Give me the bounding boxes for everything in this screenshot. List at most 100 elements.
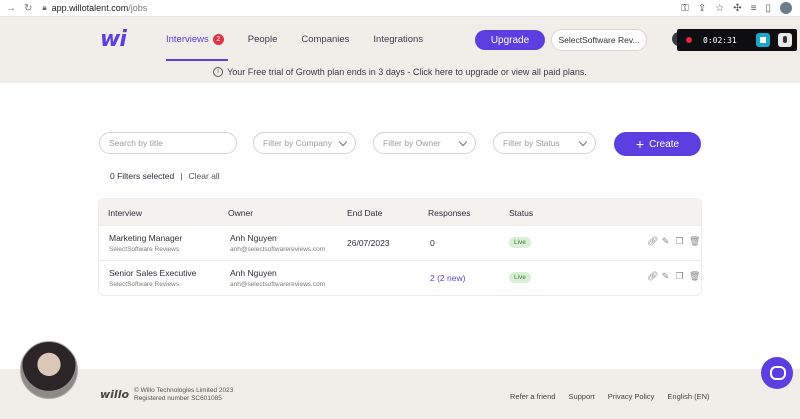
info-icon: i — [213, 67, 224, 77]
star-icon[interactable]: ☆ — [715, 3, 724, 14]
url-path: /jobs — [128, 3, 148, 13]
profile-avatar[interactable] — [780, 2, 792, 14]
table-header: Interview Owner End Date Responses Statu… — [99, 199, 701, 225]
filter-company-placeholder: Filter by Company — [263, 138, 332, 148]
url-host: app.willotalent.com — [51, 3, 129, 13]
trash-icon[interactable]: 🗑︎ — [689, 237, 700, 246]
footer-links: Refer a friend Support Privacy Policy En… — [510, 392, 710, 401]
owner-name: Anh Nguyen — [230, 233, 277, 243]
extensions-icon[interactable]: ✣ — [733, 3, 741, 14]
filter-status-select[interactable]: Filter by Status — [493, 132, 596, 154]
link-icon[interactable]: 🔗︎ — [647, 272, 658, 281]
create-button-label: Create — [649, 138, 680, 150]
owner-email: anh@selectsoftwarereviews.com — [230, 246, 326, 253]
playlist-icon[interactable]: ≡ — [751, 3, 757, 14]
webcam-overlay — [20, 341, 78, 399]
edit-icon[interactable]: ✎ — [661, 237, 670, 246]
duplicate-icon[interactable]: ❐ — [675, 237, 684, 246]
screen-recorder-widget: 0:02:31 — [677, 29, 797, 51]
filter-company-select[interactable]: Filter by Company — [253, 132, 356, 154]
chevron-down-icon — [338, 137, 348, 147]
interview-company: SelectSoftware Reviews — [109, 246, 180, 253]
trash-icon[interactable]: 🗑︎ — [689, 272, 700, 281]
footer: willo © Willo Technologies Limited 2023 … — [0, 369, 800, 419]
status-badge: Live — [509, 237, 531, 248]
footer-copyright: © Willo Technologies Limited 2023 Regist… — [134, 387, 233, 403]
col-responses: Responses — [428, 208, 471, 218]
table-row[interactable]: Senior Sales Executive SelectSoftware Re… — [99, 260, 701, 295]
copyright-text: © Willo Technologies Limited 2023 — [134, 387, 234, 394]
trial-banner-text: Your Free trial of Growth plan ends in 3… — [227, 67, 587, 77]
browser-actions: ⚿ ⇪ ☆ ✣ ≡ ▯ — [681, 2, 792, 14]
duplicate-icon[interactable]: ❐ — [675, 272, 684, 281]
edit-icon[interactable]: ✎ — [661, 272, 670, 281]
language-select[interactable]: English (EN) — [667, 392, 709, 401]
link-icon[interactable]: 🔗︎ — [647, 237, 658, 246]
main-content: Search by title Filter by Company Filter… — [0, 83, 800, 369]
filters-selected-text: 0 Filters selected — [110, 171, 175, 181]
trial-banner[interactable]: i Your Free trial of Growth plan ends in… — [0, 61, 800, 83]
row-actions: 🔗︎ ✎ ❐ 🗑︎ — [647, 237, 700, 246]
owner-cell: Anh Nguyen anh@selectsoftwarereviews.com — [230, 268, 325, 288]
recording-timer: 0:02:31 — [703, 35, 737, 45]
sidebar-icon[interactable]: ▯ — [765, 3, 771, 14]
end-date: 26/07/2023 — [347, 238, 390, 248]
filter-status-placeholder: Filter by Status — [503, 138, 560, 148]
col-owner: Owner — [228, 208, 254, 218]
footer-logo: willo — [100, 388, 130, 401]
create-button[interactable]: + Create — [614, 132, 701, 156]
plus-icon: + — [635, 136, 645, 152]
reload-icon[interactable]: ↻ — [24, 3, 32, 14]
divider: | — [180, 171, 183, 181]
filter-owner-placeholder: Filter by Owner — [383, 138, 441, 148]
col-end-date: End Date — [347, 208, 383, 218]
owner-name: Anh Nguyen — [230, 268, 277, 278]
clear-all-link[interactable]: Clear all — [188, 171, 219, 181]
nav-companies[interactable]: Companies — [301, 17, 349, 61]
main-nav: Interviews 2 People Companies Integratio… — [166, 17, 447, 61]
interview-cell: Marketing Manager SelectSoftware Reviews — [109, 233, 182, 253]
mic-button[interactable] — [778, 33, 792, 47]
interviews-count-badge: 2 — [212, 33, 224, 45]
browser-toolbar: → ↻ 🔒︎ app.willotalent.com/jobs ⚿ ⇪ ☆ ✣ … — [0, 0, 800, 17]
owner-cell: Anh Nguyen anh@selectsoftwarereviews.com — [230, 233, 325, 253]
table-row[interactable]: Marketing Manager SelectSoftware Reviews… — [99, 225, 701, 260]
share-icon[interactable]: ⇪ — [698, 3, 706, 14]
chevron-down-icon — [458, 137, 468, 147]
back-icon[interactable]: → — [6, 3, 16, 14]
chevron-down-icon — [578, 137, 588, 147]
refer-friend-link[interactable]: Refer a friend — [510, 392, 555, 401]
col-interview: Interview — [108, 208, 143, 218]
status-badge: Live — [509, 272, 531, 283]
chat-support-button[interactable] — [761, 357, 793, 389]
interview-title[interactable]: Marketing Manager — [109, 233, 182, 243]
filter-summary: 0 Filters selected | Clear all — [110, 171, 220, 181]
browser-nav: → ↻ — [0, 3, 32, 14]
nav-interviews[interactable]: Interviews 2 — [166, 17, 228, 61]
key-icon[interactable]: ⚿ — [681, 3, 689, 14]
privacy-policy-link[interactable]: Privacy Policy — [608, 392, 655, 401]
interviews-table: Interview Owner End Date Responses Statu… — [98, 198, 702, 296]
interview-cell: Senior Sales Executive SelectSoftware Re… — [109, 268, 196, 288]
interview-company: SelectSoftware Reviews — [109, 281, 180, 288]
company-select[interactable]: SelectSoftware Rev... — [551, 29, 647, 51]
registration-text: Registered number SC601085 — [134, 395, 222, 402]
row-actions: 🔗︎ ✎ ❐ 🗑︎ — [647, 272, 700, 281]
interview-title[interactable]: Senior Sales Executive — [109, 268, 196, 278]
responses-link[interactable]: 2 (2 new) — [430, 273, 465, 283]
nav-interviews-label: Interviews — [166, 33, 209, 45]
nav-people[interactable]: People — [248, 17, 278, 61]
search-input[interactable]: Search by title — [99, 132, 237, 154]
address-bar[interactable]: 🔒︎ app.willotalent.com/jobs — [42, 3, 147, 13]
col-status: Status — [509, 208, 534, 218]
lock-icon: 🔒︎ — [42, 3, 47, 12]
stop-recording-button[interactable] — [756, 33, 770, 47]
upgrade-button[interactable]: Upgrade — [475, 30, 545, 50]
nav-integrations[interactable]: Integrations — [373, 17, 423, 61]
filter-owner-select[interactable]: Filter by Owner — [373, 132, 476, 154]
owner-email: anh@selectsoftwarereviews.com — [230, 281, 326, 288]
recording-dot-icon — [686, 37, 692, 43]
responses-count: 0 — [430, 238, 435, 248]
support-link[interactable]: Support — [568, 392, 594, 401]
willo-logo[interactable]: wi — [100, 27, 127, 52]
